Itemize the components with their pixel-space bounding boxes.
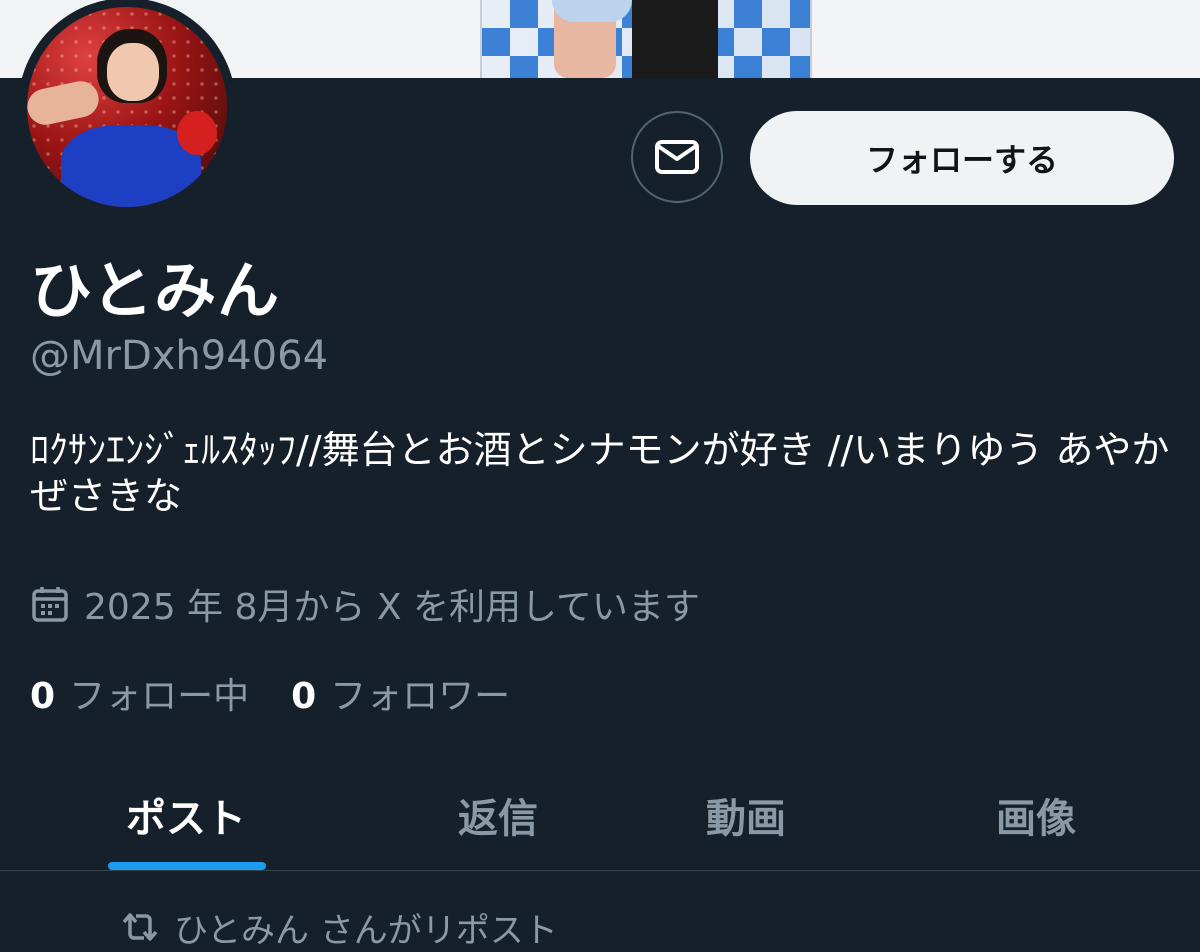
tab-images[interactable]: 画像 [910,760,1162,870]
display-name: ひとみん [30,254,281,327]
profile-tabs: ポスト 返信 動画 画像 [0,760,1200,870]
avatar[interactable] [18,0,236,216]
tab-replies[interactable]: 返信 [372,760,624,870]
user-handle: @MrDxh94064 [30,333,329,379]
join-date-text: 2025 年 8月から X を利用しています [84,587,700,628]
follow-stats: 0 フォロー中 0 フォロワー [30,668,552,718]
tab-videos[interactable]: 動画 [620,760,872,870]
banner-photo [480,0,812,78]
profile-bio: ﾛｸｻﾝｴﾝｼﾞｪﾙｽﾀｯﾌ//舞台とお酒とシナモンが好き //いまりゆう あや… [30,428,1170,518]
tabs-divider [0,870,1200,871]
following-label: フォロー中 [69,676,250,717]
avatar-photo [27,7,227,207]
followers-link[interactable]: 0 フォロワー [291,667,510,719]
follow-button[interactable]: フォローする [750,111,1174,205]
followers-label: フォロワー [330,676,511,717]
avatar-face [107,43,159,101]
repost-indicator: ひとみん さんがリポスト [120,905,558,951]
repost-icon [120,910,160,944]
tab-posts[interactable]: ポスト [60,760,312,870]
active-tab-indicator [108,862,266,870]
calendar-icon [30,584,70,624]
following-link[interactable]: 0 フォロー中 [30,667,249,719]
join-date: 2025 年 8月から X を利用しています [30,580,700,628]
message-button[interactable] [631,111,723,203]
banner-figure-dark [632,0,718,78]
banner-figure-shorts [552,0,632,22]
following-count: 0 [30,676,56,717]
envelope-icon [655,140,699,174]
avatar-glove [177,111,217,155]
repost-text: ひとみん さんがリポスト [174,910,558,951]
followers-count: 0 [291,676,317,717]
